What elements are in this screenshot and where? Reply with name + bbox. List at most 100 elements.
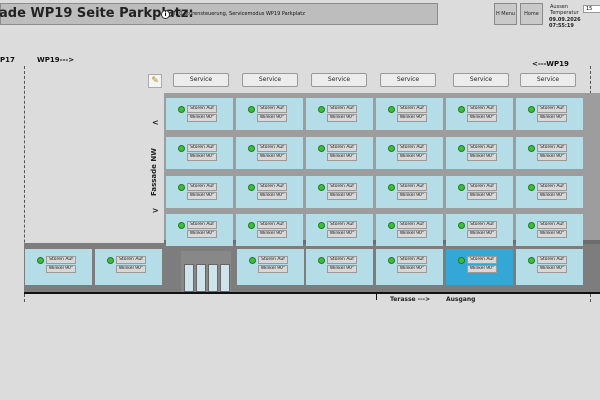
check-circle-icon — [528, 257, 535, 264]
note-icon[interactable]: ✎ — [148, 74, 162, 88]
check-circle-icon — [388, 106, 395, 113]
datetime-display: 09.09.2026 07:55:19 — [549, 17, 581, 29]
check-circle-icon — [248, 184, 255, 191]
status-text: T10 Storensteuerung, Servicemodus WP19 P… — [173, 11, 305, 17]
cell-angle-label: Winkel 90° — [257, 192, 287, 200]
cell-status-label: Storen Auf — [257, 105, 287, 113]
door-pane — [220, 264, 230, 292]
menu-button[interactable]: H Menu — [494, 3, 517, 25]
cell-status-label: Storen Auf — [537, 105, 567, 113]
cell-status-label: Storen Auf — [397, 221, 427, 229]
cell-angle-label: Winkel 90° — [187, 192, 217, 200]
title-bar: ade WP19 Seite Parkplatz: i T10 Storenst… — [0, 3, 438, 25]
cell-angle-label: Winkel 90° — [467, 114, 497, 122]
marker-wp19-right: WP19---> — [37, 56, 75, 64]
cell-status-label: Storen Auf — [116, 256, 146, 264]
door-pane — [184, 264, 194, 292]
check-circle-icon — [318, 145, 325, 152]
cell-angle-label: Winkel 90° — [467, 265, 497, 273]
terrasse-label: Terasse ---> — [390, 296, 431, 303]
service-button-5[interactable]: Service — [453, 73, 509, 87]
chevron-up-icon: < — [152, 118, 159, 127]
cell-status-label: Storen Auf — [397, 105, 427, 113]
check-circle-icon — [248, 222, 255, 229]
cell-angle-label: Winkel 90° — [187, 153, 217, 161]
check-circle-icon — [178, 184, 185, 191]
cell-angle-label: Winkel 90° — [537, 153, 567, 161]
check-circle-icon — [249, 257, 256, 264]
cell-angle-label: Winkel 90° — [537, 114, 567, 122]
check-circle-icon — [388, 222, 395, 229]
cell-status-label: Storen Auf — [187, 221, 217, 229]
cell-angle-label: Winkel 90° — [537, 192, 567, 200]
check-circle-icon — [107, 257, 114, 264]
cell-angle-label: Winkel 90° — [467, 230, 497, 238]
check-circle-icon — [388, 184, 395, 191]
check-circle-icon — [458, 222, 465, 229]
cell-status-label: Storen Auf — [187, 183, 217, 191]
cell-status-label: Storen Auf — [397, 144, 427, 152]
service-button-2[interactable]: Service — [242, 73, 298, 87]
cell-status-label: Storen Auf — [397, 256, 427, 264]
check-circle-icon — [178, 145, 185, 152]
marker-wp19-left: <---WP19 — [532, 60, 569, 68]
cell-angle-label: Winkel 90° — [397, 153, 427, 161]
cell-status-label: Storen Auf — [327, 221, 357, 229]
cell-status-label: Storen Auf — [467, 183, 497, 191]
door-pane — [196, 264, 206, 292]
cell-angle-label: Winkel 90° — [327, 114, 357, 122]
cell-status-label: Storen Auf — [467, 256, 497, 264]
cell-angle-label: Winkel 90° — [257, 153, 287, 161]
check-circle-icon — [318, 257, 325, 264]
check-circle-icon — [528, 222, 535, 229]
cell-status-label: Storen Auf — [537, 256, 567, 264]
info-icon: i — [161, 10, 170, 19]
service-button-1[interactable]: Service — [173, 73, 229, 87]
cell-status-label: Storen Auf — [397, 183, 427, 191]
check-circle-icon — [178, 222, 185, 229]
cell-angle-label: Winkel 90° — [46, 265, 76, 273]
ground-tick — [376, 292, 377, 300]
check-circle-icon — [528, 145, 535, 152]
ground-line — [24, 292, 600, 294]
check-circle-icon — [318, 184, 325, 191]
check-circle-icon — [178, 106, 185, 113]
cell-angle-label: Winkel 90° — [537, 265, 567, 273]
ausgang-label: Ausgang — [446, 296, 476, 303]
check-circle-icon — [528, 184, 535, 191]
home-button[interactable]: Home — [520, 3, 543, 25]
door-pane — [208, 264, 218, 292]
outside-temperature-label: Aussen Temperatur — [550, 4, 579, 16]
cell-angle-label: Winkel 90° — [258, 265, 288, 273]
cell-angle-label: Winkel 90° — [257, 114, 287, 122]
check-circle-icon — [37, 257, 44, 264]
cell-angle-label: Winkel 90° — [397, 265, 427, 273]
check-circle-icon — [318, 222, 325, 229]
cell-status-label: Storen Auf — [187, 105, 217, 113]
cell-status-label: Storen Auf — [327, 183, 357, 191]
chevron-down-icon: > — [152, 206, 159, 215]
cell-status-label: Storen Auf — [467, 144, 497, 152]
cell-status-label: Storen Auf — [257, 183, 287, 191]
cell-angle-label: Winkel 90° — [467, 153, 497, 161]
check-circle-icon — [458, 145, 465, 152]
service-button-4[interactable]: Service — [380, 73, 436, 87]
check-circle-icon — [388, 257, 395, 264]
cell-status-label: Storen Auf — [46, 256, 76, 264]
check-circle-icon — [318, 106, 325, 113]
cell-status-label: Storen Auf — [327, 144, 357, 152]
check-circle-icon — [458, 106, 465, 113]
cell-status-label: Storen Auf — [187, 144, 217, 152]
cell-status-label: Storen Auf — [327, 105, 357, 113]
outside-temperature-value: 15 — [583, 5, 600, 13]
service-button-6[interactable]: Service — [520, 73, 576, 87]
service-button-3[interactable]: Service — [311, 73, 367, 87]
cell-angle-label: Winkel 90° — [397, 114, 427, 122]
cell-status-label: Storen Auf — [258, 256, 288, 264]
cell-status-label: Storen Auf — [537, 183, 567, 191]
cell-angle-label: Winkel 90° — [467, 192, 497, 200]
cell-status-label: Storen Auf — [257, 221, 287, 229]
cell-angle-label: Winkel 90° — [187, 114, 217, 122]
cell-status-label: Storen Auf — [257, 144, 287, 152]
check-circle-icon — [528, 106, 535, 113]
